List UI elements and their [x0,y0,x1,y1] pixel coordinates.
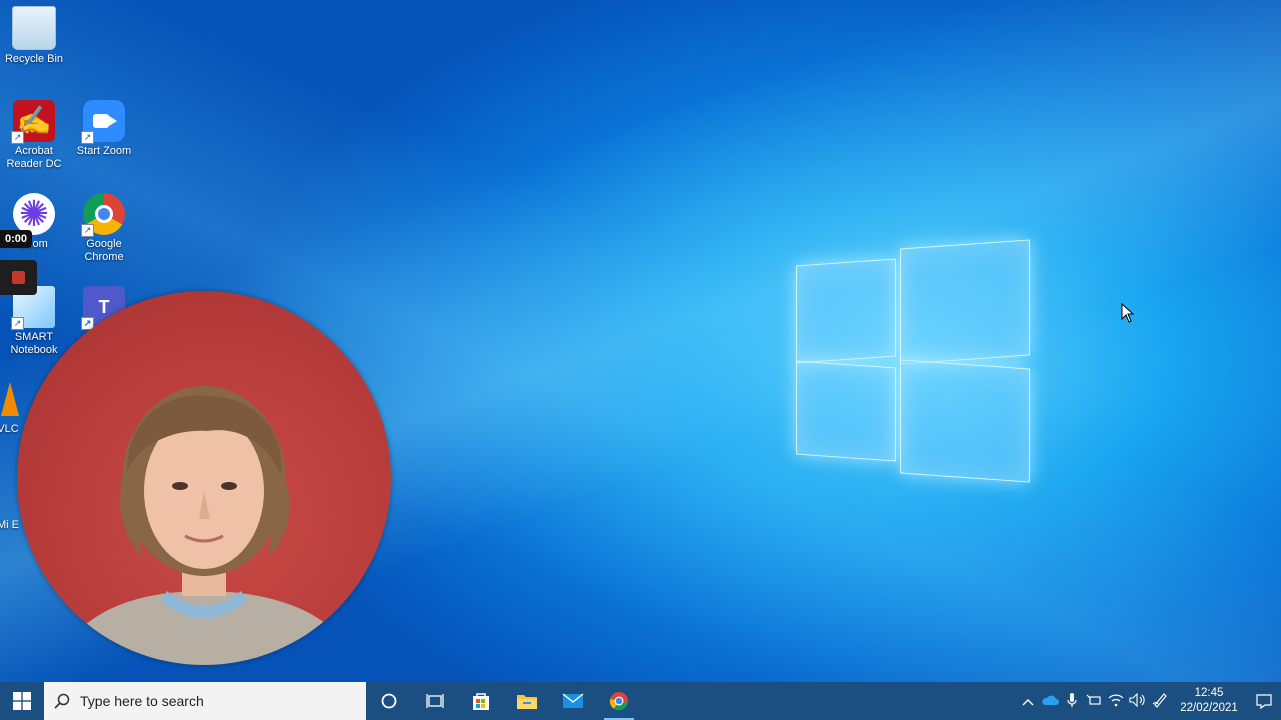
zoom-icon: ↗ [81,100,125,144]
wifi-icon [1108,694,1124,706]
webcam-person [57,386,357,665]
volume-button[interactable] [1127,692,1149,710]
chrome-taskbar-button[interactable] [596,682,642,720]
mail-button[interactable] [550,682,596,720]
file-explorer-button[interactable] [504,682,550,720]
desktop-icon-google-chrome[interactable]: ↗ Google Chrome [70,193,138,264]
show-hidden-icons-button[interactable] [1017,694,1039,709]
shortcut-arrow-icon: ↗ [11,131,24,144]
clock-date: 22/02/2021 [1180,702,1238,714]
onedrive-icon [1042,695,1059,705]
mail-icon [562,693,584,708]
desktop-icon-label: SMART Notebook [10,331,58,356]
clock-time: 12:45 [1194,687,1224,699]
file-explorer-icon [517,695,537,709]
shortcut-arrow-icon: ↗ [81,224,94,237]
desktop-icon-recycle-bin[interactable]: Recycle Bin [0,6,68,66]
chevron-up-icon [1022,698,1034,705]
notification-icon [1256,693,1272,709]
speaker-icon [1129,692,1145,707]
search-placeholder: Type here to search [80,693,204,709]
search-icon [54,693,70,709]
taskbar-search-box[interactable]: Type here to search [44,682,366,720]
acrobat-icon: ✍ ↗ [11,100,55,144]
network-button[interactable] [1105,693,1127,710]
windows-start-icon [13,692,31,710]
battery-button[interactable] [1083,694,1105,709]
clock[interactable]: 12:45 22/02/2021 [1177,686,1241,716]
onedrive-button[interactable] [1039,694,1061,709]
desktop-icon-label: Recycle Bin [4,53,64,65]
desktop-icon-label: Start Zoom [76,145,132,157]
start-button[interactable] [0,682,44,720]
taskbar: Type here to search 12:45 22/02/2021 [0,682,1281,720]
chrome-icon [609,692,628,711]
desktop-icon-start-zoom[interactable]: ↗ Start Zoom [70,100,138,158]
desktop-icon-acrobat[interactable]: ✍ ↗ Acrobat Reader DC [0,100,68,171]
chrome-icon: ↗ [81,193,125,237]
pen-workspace-button[interactable] [1149,692,1171,711]
stop-record-icon [12,271,25,284]
desktop-icon-smart-notebook[interactable]: ↗ SMART Notebook [0,286,68,357]
action-center-button[interactable] [1247,693,1281,709]
recording-timer: 0:00 [0,230,33,248]
store-button[interactable] [458,682,504,720]
shortcut-arrow-icon: ↗ [11,317,24,330]
cortana-button[interactable] [366,682,412,720]
stop-recording-button[interactable] [0,260,37,295]
microphone-button[interactable] [1061,692,1083,711]
task-view-icon [426,694,444,708]
shortcut-arrow-icon: ↗ [81,131,94,144]
desktop-icon-label: Acrobat Reader DC [6,145,62,170]
windows-logo [796,239,1030,483]
webcam-bubble[interactable] [17,291,391,665]
system-tray: 12:45 22/02/2021 [1017,682,1281,720]
recycle-bin-icon [12,6,56,50]
loom-icon [13,193,55,235]
desktop-icon-label: Google Chrome [84,238,124,263]
pen-icon [1152,692,1167,708]
cortana-icon [381,693,397,709]
battery-plug-icon [1086,694,1101,705]
task-view-button[interactable] [412,682,458,720]
store-icon [473,693,489,710]
vlc-icon: ↗ [0,378,29,420]
microphone-icon [1067,692,1077,707]
